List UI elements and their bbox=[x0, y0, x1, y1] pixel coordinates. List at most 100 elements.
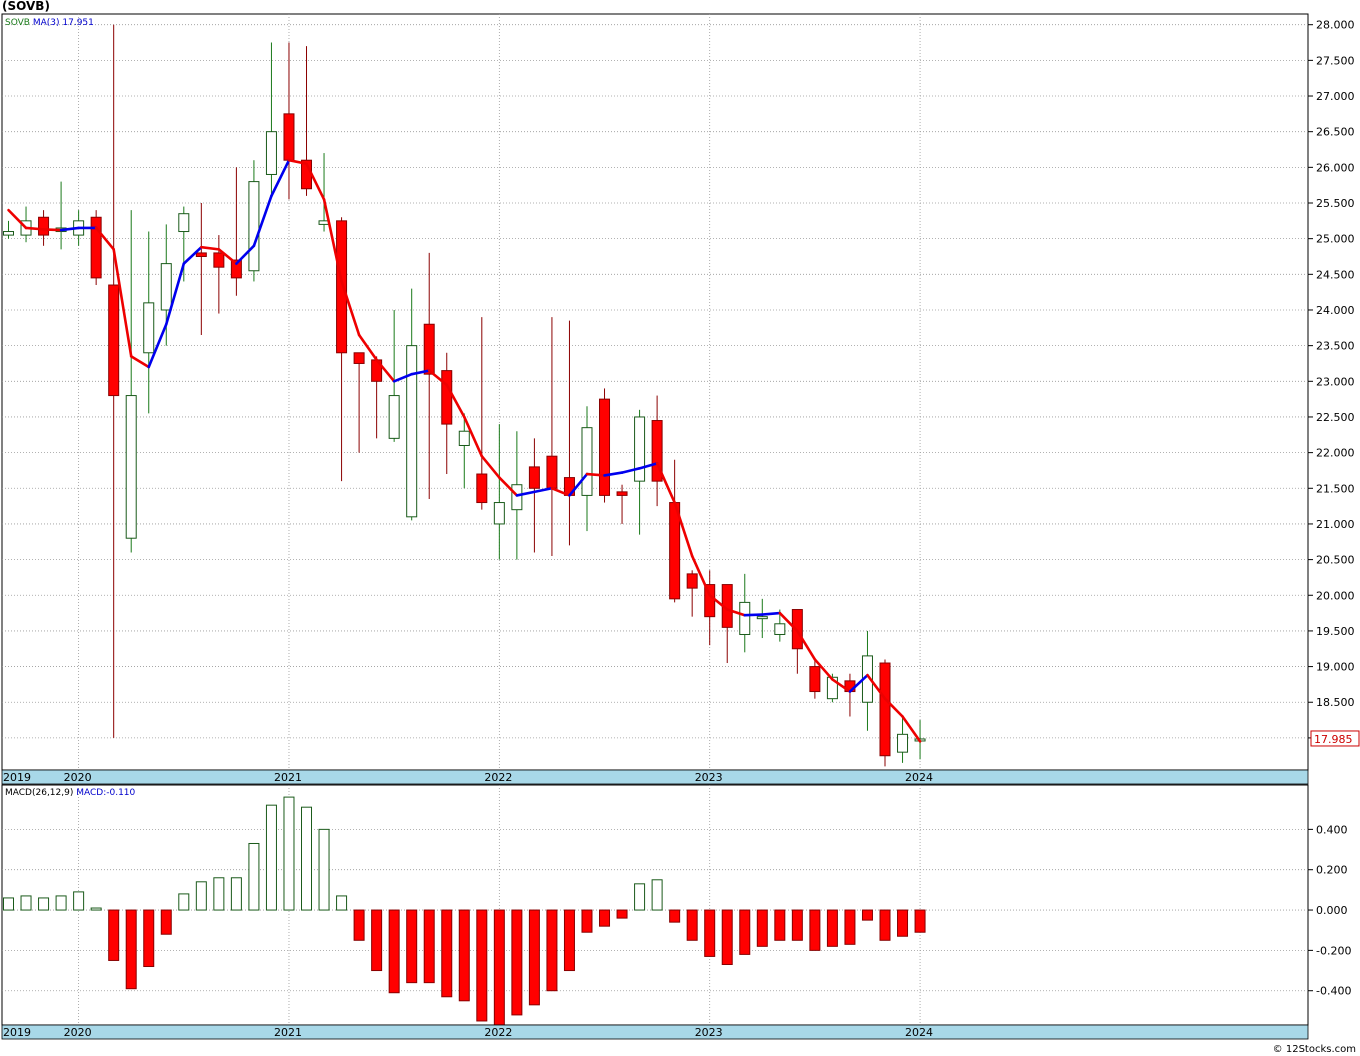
candle-body bbox=[686, 573, 698, 589]
macd-bar bbox=[143, 909, 155, 968]
macd-bar bbox=[265, 804, 277, 911]
macd-bar bbox=[844, 909, 856, 945]
ma-segment bbox=[585, 472, 606, 477]
price-y-tick-label: 26.000 bbox=[1316, 161, 1355, 174]
macd-bar bbox=[774, 909, 786, 941]
candle-body bbox=[546, 455, 558, 489]
candle-body bbox=[458, 430, 470, 446]
price-y-tick-label: 19.000 bbox=[1316, 661, 1355, 674]
macd-bar bbox=[90, 907, 102, 911]
x-axis-year-label: 2019 bbox=[3, 771, 31, 784]
price-y-tick-label: 26.500 bbox=[1316, 126, 1355, 139]
macd-bar bbox=[283, 796, 295, 911]
macd-bar bbox=[3, 897, 14, 911]
candle-body bbox=[248, 181, 260, 272]
candle-body bbox=[125, 395, 137, 539]
candle-body bbox=[90, 216, 102, 279]
price-y-tick-label: 25.500 bbox=[1316, 197, 1355, 210]
x-axis-year-label: 2022 bbox=[484, 771, 512, 784]
price-y-tick-label: 24.500 bbox=[1316, 268, 1355, 281]
x-axis-year-label: 2023 bbox=[695, 771, 723, 784]
macd-bar bbox=[791, 909, 803, 941]
candle-body bbox=[599, 398, 611, 496]
macd-bar bbox=[423, 909, 435, 984]
macd-bar bbox=[55, 895, 67, 911]
price-y-tick-label: 24.000 bbox=[1316, 304, 1355, 317]
price-y-tick-label: 25.000 bbox=[1316, 233, 1355, 246]
candle-body bbox=[178, 213, 190, 233]
macd-bar bbox=[493, 909, 505, 1026]
candle-body bbox=[160, 263, 172, 311]
candle-body bbox=[441, 370, 453, 425]
macd-bar bbox=[458, 909, 470, 1002]
price-date-axis bbox=[1, 769, 1309, 785]
footer-credit: © 12Stocks.com bbox=[1272, 1044, 1356, 1055]
macd-bar bbox=[178, 893, 190, 911]
x-axis-year-label: 2021 bbox=[274, 1026, 302, 1039]
macd-bar bbox=[897, 909, 909, 937]
x-axis-year-label: 2021 bbox=[274, 771, 302, 784]
macd-y-tick-label: -0.200 bbox=[1316, 944, 1351, 957]
price-y-tick-label: 21.000 bbox=[1316, 518, 1355, 531]
macd-bar bbox=[634, 883, 646, 911]
macd-bar bbox=[213, 877, 225, 911]
legend-part: 17.951 bbox=[60, 18, 94, 28]
x-axis-year-label: 2020 bbox=[64, 771, 92, 784]
macd-bar bbox=[336, 895, 348, 911]
macd-bar bbox=[160, 909, 172, 935]
candle-body bbox=[739, 601, 751, 635]
macd-bar bbox=[195, 881, 207, 911]
macd-bar bbox=[546, 909, 558, 992]
macd-bar bbox=[476, 909, 488, 1022]
macd-bar bbox=[38, 897, 50, 911]
macd-bar bbox=[599, 909, 611, 927]
legend-part: SOVB bbox=[5, 18, 30, 28]
x-axis-year-label: 2022 bbox=[484, 1026, 512, 1039]
macd-bar bbox=[528, 909, 540, 1006]
candle-body bbox=[108, 284, 120, 397]
legend-part: MA(3) bbox=[30, 18, 60, 28]
price-y-tick-label: 20.500 bbox=[1316, 554, 1355, 567]
candle-body bbox=[774, 623, 786, 635]
macd-bar bbox=[441, 909, 453, 998]
candle-body bbox=[265, 131, 277, 175]
candle-body bbox=[809, 666, 821, 693]
macd-bar bbox=[563, 909, 575, 972]
candle-body bbox=[336, 220, 348, 354]
candle-body bbox=[283, 113, 295, 161]
macd-bar bbox=[125, 909, 137, 990]
macd-bar bbox=[914, 909, 926, 933]
candle-body bbox=[897, 733, 909, 753]
macd-bar bbox=[20, 895, 32, 911]
x-axis-year-label: 2019 bbox=[3, 1026, 31, 1039]
price-panel-frame bbox=[1, 13, 1309, 771]
macd-bar bbox=[826, 909, 838, 947]
candle-body bbox=[493, 502, 505, 525]
candle-body bbox=[616, 491, 628, 496]
legend-part: MACD:-0.110 bbox=[73, 788, 135, 798]
candle-body bbox=[581, 427, 593, 496]
macd-bar bbox=[616, 909, 628, 919]
macd-bar bbox=[809, 909, 821, 951]
macd-bar bbox=[511, 909, 523, 1016]
candle-body bbox=[143, 302, 155, 354]
macd-y-tick-label: 0.000 bbox=[1316, 904, 1348, 917]
macd-bar bbox=[248, 842, 260, 911]
x-axis-year-label: 2024 bbox=[905, 771, 933, 784]
macd-bar bbox=[581, 909, 593, 933]
x-axis-year-label: 2020 bbox=[64, 1026, 92, 1039]
macd-bar bbox=[721, 909, 733, 965]
price-y-tick-label: 21.500 bbox=[1316, 482, 1355, 495]
price-y-tick-label: 18.500 bbox=[1316, 696, 1355, 709]
macd-date-axis bbox=[1, 1024, 1309, 1040]
price-y-tick-label: 27.000 bbox=[1316, 90, 1355, 103]
macd-bar bbox=[301, 806, 313, 911]
candle-body bbox=[756, 616, 768, 620]
candle-body bbox=[423, 323, 435, 375]
macd-y-tick-label: 0.400 bbox=[1316, 823, 1348, 836]
ma-segment bbox=[760, 611, 782, 616]
macd-bar bbox=[388, 909, 400, 994]
ma-segment bbox=[743, 613, 764, 617]
candle-body bbox=[528, 466, 540, 489]
x-axis-year-label: 2024 bbox=[905, 1026, 933, 1039]
